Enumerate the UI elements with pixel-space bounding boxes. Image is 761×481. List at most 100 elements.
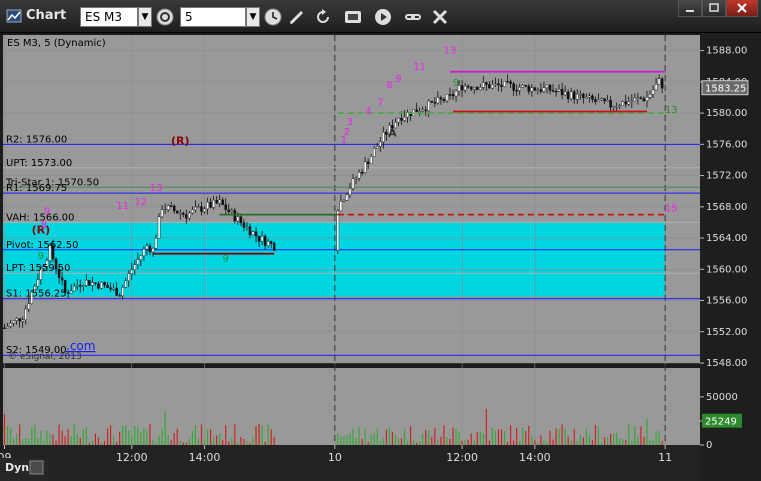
time-axis-label: 12:00 (446, 451, 478, 464)
setup-count-label: 8 (386, 80, 392, 91)
candle-body (482, 82, 485, 88)
play-icon[interactable] (373, 7, 393, 27)
status-mode[interactable]: Dyn (0, 458, 48, 481)
candle-body (136, 259, 140, 265)
candle-body (79, 285, 82, 287)
setup-count-label: 9 (453, 78, 459, 89)
candle-body (200, 206, 203, 212)
close-button[interactable] (726, 0, 758, 17)
candle-body (130, 269, 134, 274)
setup-count-label: 8 (41, 220, 47, 231)
candle-body (339, 201, 343, 212)
candle-body (12, 320, 15, 324)
clock-icon[interactable] (263, 7, 283, 27)
candle-body (536, 89, 540, 91)
symbol-input[interactable]: ES M3 (80, 7, 138, 27)
candle-body (194, 206, 197, 211)
tools-icon[interactable] (430, 7, 450, 27)
setup-count-label: 2 (344, 127, 350, 138)
candle-body (154, 238, 158, 249)
setup-count-label: 9 (44, 207, 50, 218)
candle-body (354, 177, 358, 180)
setup-count-label: 13 (150, 183, 163, 194)
chart-area[interactable]: R2: 1576.00 UPT: 1573.00 Tri-Star 1: 1570.… (0, 33, 761, 481)
candle-body (615, 106, 618, 108)
candle-body (6, 326, 9, 329)
candle-body (518, 87, 521, 91)
study-icon[interactable] (343, 7, 363, 27)
candle-body (403, 116, 406, 121)
price-volume-chart[interactable]: R2: 1576.00UPT: 1573.00Tri-Star 1: 1570.… (0, 33, 761, 481)
interval-input[interactable]: 5 (180, 7, 246, 27)
pivot-level-label: R1: 1569.75 (6, 183, 67, 194)
candle-body (230, 210, 234, 212)
chart-window: Chart ES M3 ▼ 5 ▼ R2: 1576.00 UPT: 1573.… (0, 0, 761, 481)
candle-body (97, 283, 100, 289)
candle-body (542, 87, 546, 92)
candle-body (512, 83, 515, 91)
candle-body (560, 89, 564, 96)
candle-body (142, 248, 146, 256)
pivot-level-label: R2: 1576.00 (6, 134, 67, 145)
candle-body (182, 212, 185, 215)
maximize-button[interactable] (702, 0, 726, 17)
candle-body (382, 131, 385, 143)
candle-body (188, 212, 191, 219)
volume-axis-label: 50000 (706, 392, 738, 403)
candle-body (163, 209, 167, 211)
interval-dropdown-button[interactable]: ▼ (246, 7, 260, 27)
candle-body (579, 93, 582, 96)
candle-body (60, 277, 64, 281)
dyn-toggle-icon[interactable] (29, 460, 44, 475)
watermark-url[interactable]: .com (66, 339, 95, 353)
candle-body (582, 93, 585, 98)
price-axis-label: 1556.00 (706, 296, 747, 307)
setup-count-label: 7 (377, 97, 383, 108)
candle-body (591, 95, 594, 100)
link-chain-icon[interactable] (403, 7, 423, 27)
candle-body (212, 199, 215, 208)
pencil-draw-icon[interactable] (287, 7, 307, 27)
settings-gear-icon[interactable] (155, 7, 175, 27)
price-axis-label: 1552.00 (706, 327, 747, 338)
candle-body (342, 200, 346, 202)
candle-body (248, 226, 252, 236)
candle-body (527, 85, 531, 92)
candle-body (557, 89, 561, 92)
candle-body (375, 146, 379, 149)
candle-body (606, 100, 609, 102)
refresh-icon[interactable] (313, 7, 333, 27)
candle-body (576, 93, 579, 100)
candle-body (463, 85, 467, 91)
candle-body (197, 206, 200, 208)
candle-body (148, 245, 152, 253)
candle-body (479, 87, 482, 90)
minimize-button[interactable] (678, 0, 702, 17)
candle-body (657, 78, 661, 85)
time-axis-label: 11 (658, 451, 672, 464)
candle-body (430, 100, 434, 103)
candle-body (360, 172, 364, 174)
candle-body (215, 199, 218, 204)
candle-body (421, 109, 424, 112)
candle-body (91, 282, 94, 286)
symbol-dropdown-button[interactable]: ▼ (138, 7, 152, 27)
candle-body (448, 94, 452, 96)
candle-body (627, 101, 631, 105)
candle-body (121, 287, 124, 296)
candle-body (366, 161, 370, 164)
candle-body (415, 109, 418, 113)
setup-count-label: 11 (116, 201, 129, 212)
candle-body (18, 318, 21, 322)
candle-body (272, 243, 276, 251)
candle-body (612, 106, 615, 108)
candle-body (206, 201, 209, 210)
candle-body (427, 100, 431, 112)
candle-body (254, 231, 258, 237)
candle-body (185, 214, 188, 219)
candle-body (630, 100, 634, 103)
volume-axis-label: 0 (706, 440, 712, 451)
last-price-label: 1583.25 (705, 84, 746, 95)
candle-body (103, 281, 106, 286)
candle-body (488, 84, 491, 89)
